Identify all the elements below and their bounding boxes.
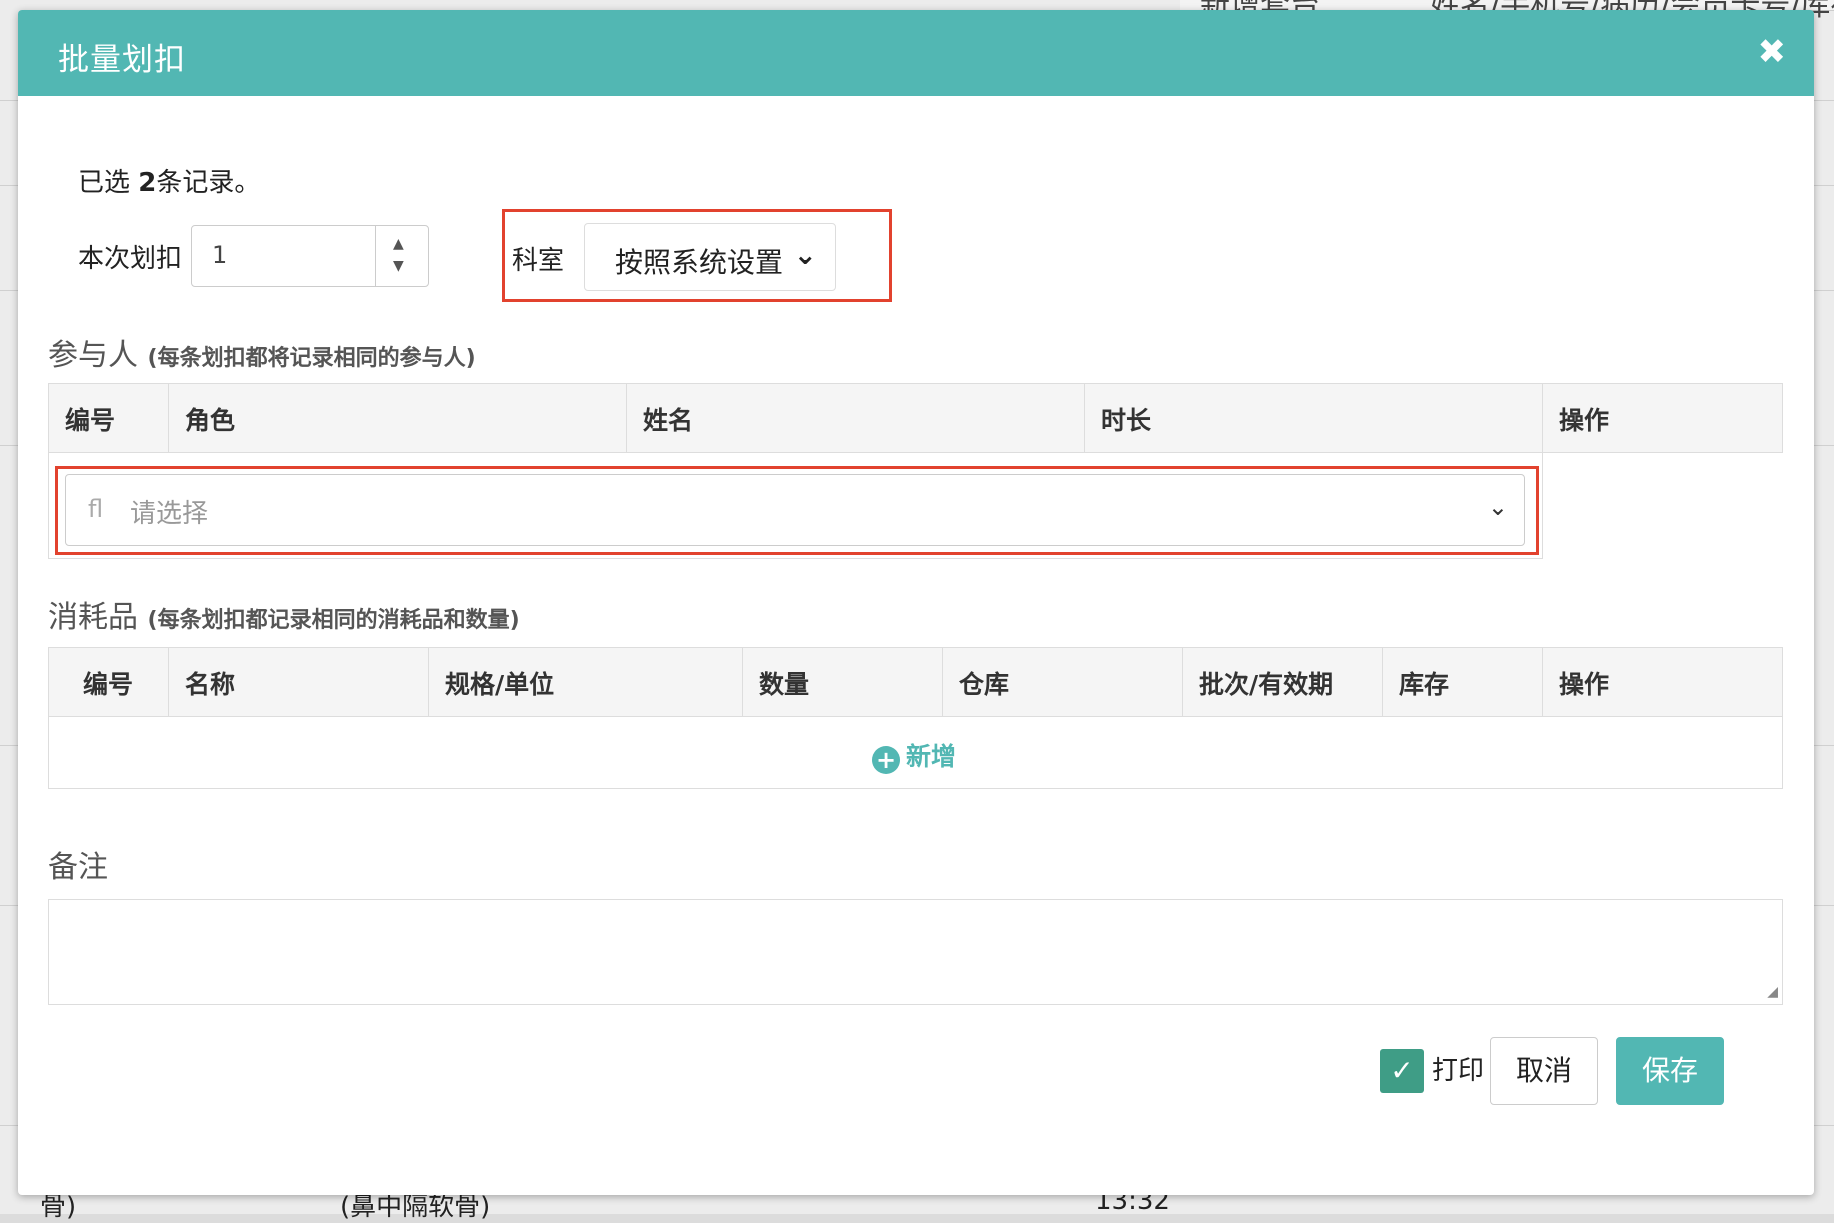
participant-select-placeholder: 请选择 [130, 499, 209, 529]
participants-subtitle: (每条划扣都将记录相同的参与人) [147, 346, 476, 371]
participants-section-title: 参与人 (每条划扣都将记录相同的参与人) [48, 338, 476, 373]
consumables-section-title: 消耗品 (每条划扣都记录相同的消耗品和数量) [48, 600, 520, 635]
consumables-table-header: 编号 名称 规格/单位 数量 仓库 批次/有效期 库存 操作 [48, 647, 1783, 717]
selected-records-info: 已选 2条记录。 [78, 168, 261, 198]
column-header: 时长 [1085, 384, 1543, 452]
user-icon: fl [88, 495, 104, 523]
deduct-quantity-stepper[interactable]: 1 ▲ ▼ [191, 225, 429, 287]
chevron-down-icon: ⌄ [793, 238, 817, 271]
resize-handle-icon[interactable]: ◢ [1767, 984, 1778, 1000]
selected-count: 2 [138, 168, 157, 198]
add-consumable-button[interactable]: + 新增 [872, 737, 956, 774]
participant-select[interactable]: fl 请选择 ⌄ [65, 474, 1525, 546]
department-label: 科室 [512, 246, 565, 276]
plus-circle-icon: + [872, 746, 900, 774]
stepper-buttons[interactable]: ▲ ▼ [375, 226, 428, 286]
column-header: 姓名 [627, 384, 1085, 452]
print-label[interactable]: 打印 [1432, 1050, 1484, 1087]
stepper-up-icon[interactable]: ▲ [393, 236, 404, 252]
column-header: 编号 [49, 648, 169, 716]
save-button[interactable]: 保存 [1616, 1037, 1724, 1105]
print-checkbox[interactable]: ✓ [1380, 1049, 1424, 1093]
remarks-textarea[interactable]: ◢ [48, 899, 1783, 1005]
column-header: 数量 [743, 648, 943, 716]
close-icon[interactable]: ✖ [1758, 32, 1787, 72]
column-header: 角色 [169, 384, 627, 452]
remarks-label: 备注 [48, 850, 108, 885]
cancel-button[interactable]: 取消 [1490, 1037, 1598, 1105]
chevron-down-icon: ⌄ [1487, 493, 1508, 521]
column-header: 操作 [1559, 670, 1610, 699]
deduct-label: 本次划扣 [78, 244, 183, 274]
consumables-subtitle: (每条划扣都记录相同的消耗品和数量) [147, 608, 520, 633]
department-select[interactable]: 按照系统设置 ⌄ [584, 223, 836, 291]
department-select-value: 按照系统设置 [615, 246, 784, 279]
column-header: 库存 [1383, 648, 1543, 716]
column-header: 仓库 [943, 648, 1183, 716]
stepper-down-icon[interactable]: ▼ [393, 258, 404, 274]
modal-title: 批量划扣 [58, 42, 186, 78]
column-header: 批次/有效期 [1183, 648, 1383, 716]
participants-table-header: 编号 角色 姓名 时长 操作 [48, 383, 1783, 453]
column-header: 规格/单位 [429, 648, 743, 716]
batch-deduct-modal: 批量划扣 ✖ 已选 2条记录。 本次划扣 1 ▲ ▼ 科室 按照系统设置 ⌄ 参… [18, 10, 1814, 1195]
column-header: 编号 [49, 384, 169, 452]
deduct-quantity-value[interactable]: 1 [212, 241, 227, 269]
column-header: 操作 [1559, 406, 1610, 435]
column-header: 名称 [169, 648, 429, 716]
modal-header: 批量划扣 ✖ [18, 10, 1814, 96]
